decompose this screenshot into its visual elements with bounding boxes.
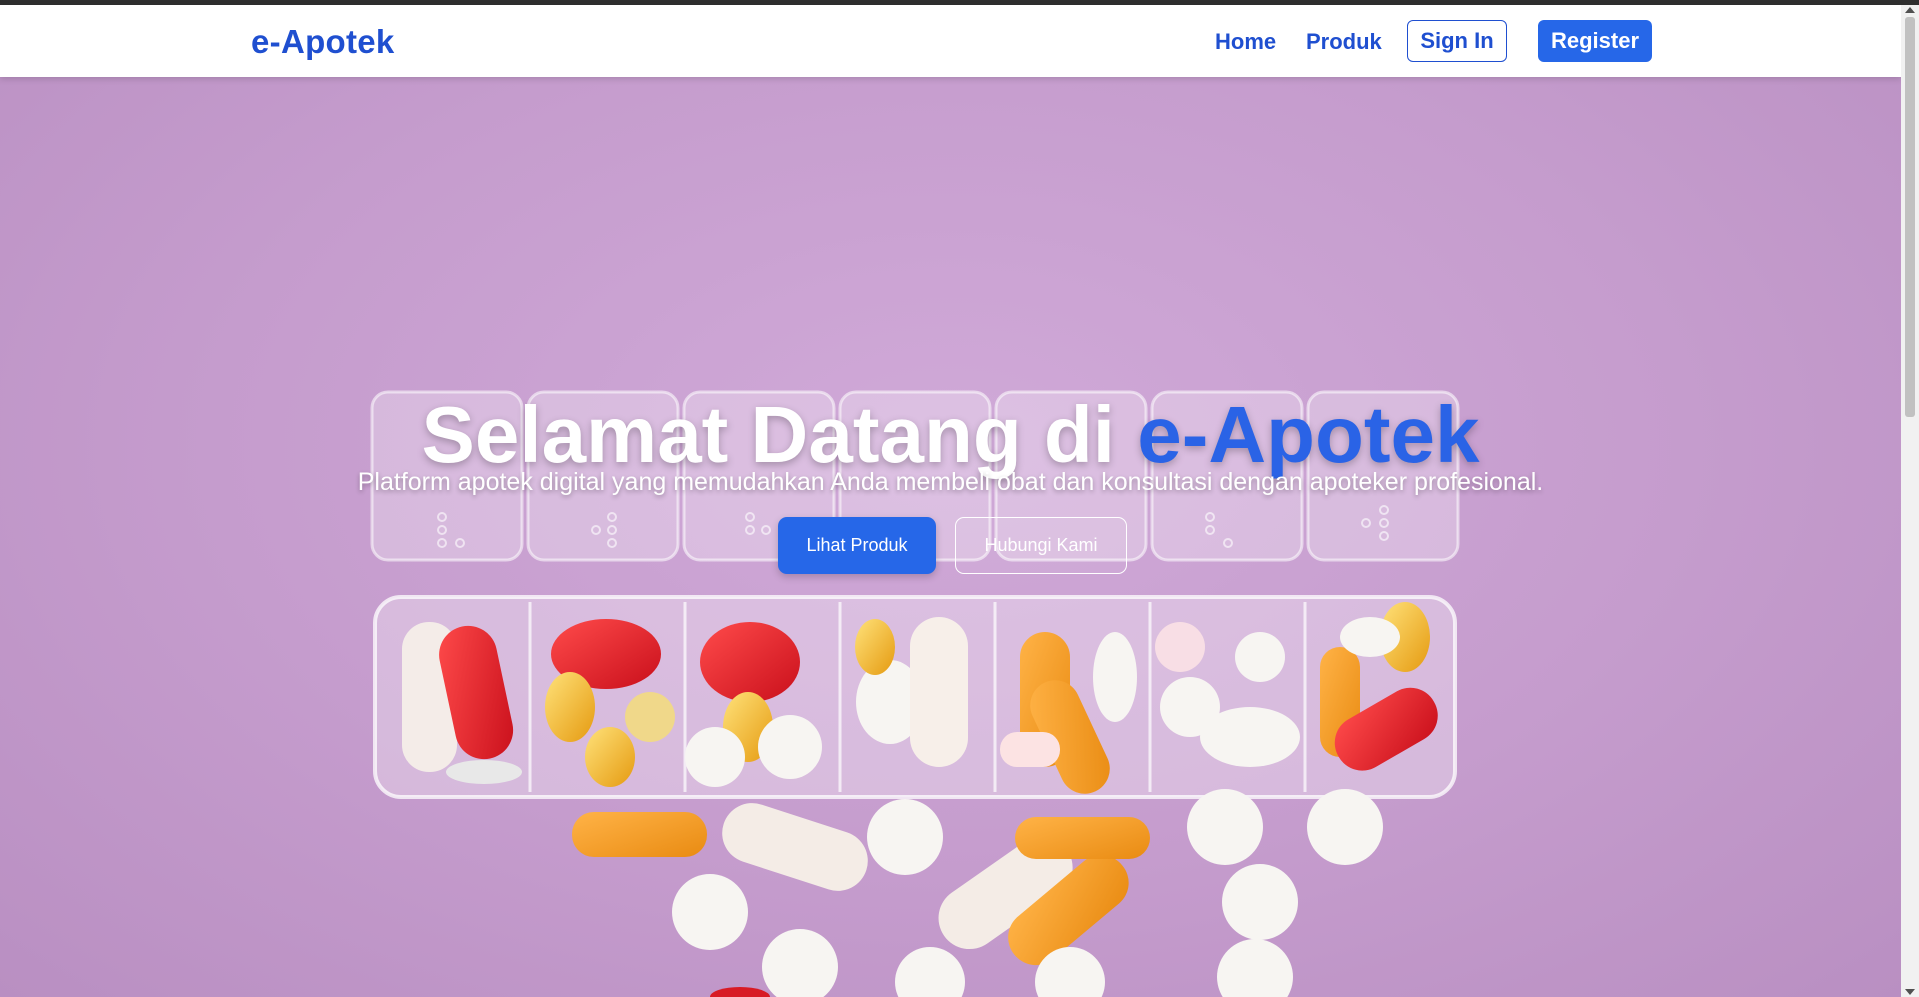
- sign-in-button[interactable]: Sign In: [1407, 20, 1507, 62]
- hero-section: Selamat Datang di e-Apotek Platform apot…: [0, 77, 1901, 997]
- hero-subtitle: Platform apotek digital yang memudahkan …: [357, 468, 1544, 496]
- navbar: e-Apotek Home Produk Sign In Register: [0, 5, 1901, 77]
- register-button[interactable]: Register: [1538, 20, 1652, 62]
- nav-link-home[interactable]: Home: [1215, 29, 1276, 55]
- pill-organizer-background-image: [370, 390, 1460, 997]
- hero-title-prefix: Selamat Datang di: [421, 389, 1138, 479]
- view-products-button[interactable]: Lihat Produk: [778, 517, 936, 574]
- scroll-up-arrow-icon[interactable]: [1905, 7, 1915, 13]
- scrollbar-thumb[interactable]: [1905, 17, 1915, 417]
- hero-title: Selamat Datang di e-Apotek: [0, 389, 1901, 481]
- brand-logo[interactable]: e-Apotek: [251, 23, 395, 61]
- contact-us-button[interactable]: Hubungi Kami: [955, 517, 1127, 574]
- page-scrollbar[interactable]: [1901, 5, 1919, 997]
- nav-link-produk[interactable]: Produk: [1306, 29, 1382, 55]
- scroll-down-arrow-icon[interactable]: [1905, 989, 1915, 995]
- hero-title-accent: e-Apotek: [1137, 389, 1480, 479]
